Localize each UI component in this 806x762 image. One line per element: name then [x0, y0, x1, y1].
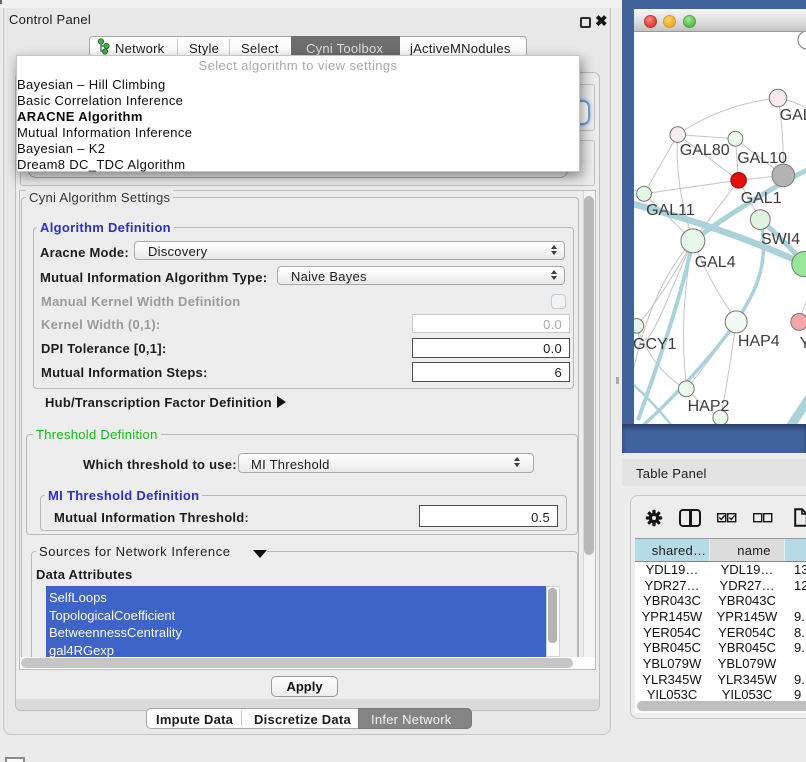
svg-text:GAL4: GAL4 — [695, 254, 736, 271]
svg-text:GAL80: GAL80 — [680, 142, 730, 159]
svg-text:GCY1: GCY1 — [634, 336, 677, 353]
svg-text:GAL10: GAL10 — [737, 150, 787, 167]
svg-text:HAP2: HAP2 — [688, 398, 730, 415]
svg-text:Y: Y — [800, 335, 806, 352]
svg-text:GAL7: GAL7 — [780, 107, 806, 124]
svg-text:GAL11: GAL11 — [646, 202, 695, 219]
svg-text:HAP4: HAP4 — [738, 333, 780, 350]
svg-text:SWI4: SWI4 — [761, 231, 800, 248]
svg-text:GAL1: GAL1 — [741, 190, 782, 207]
